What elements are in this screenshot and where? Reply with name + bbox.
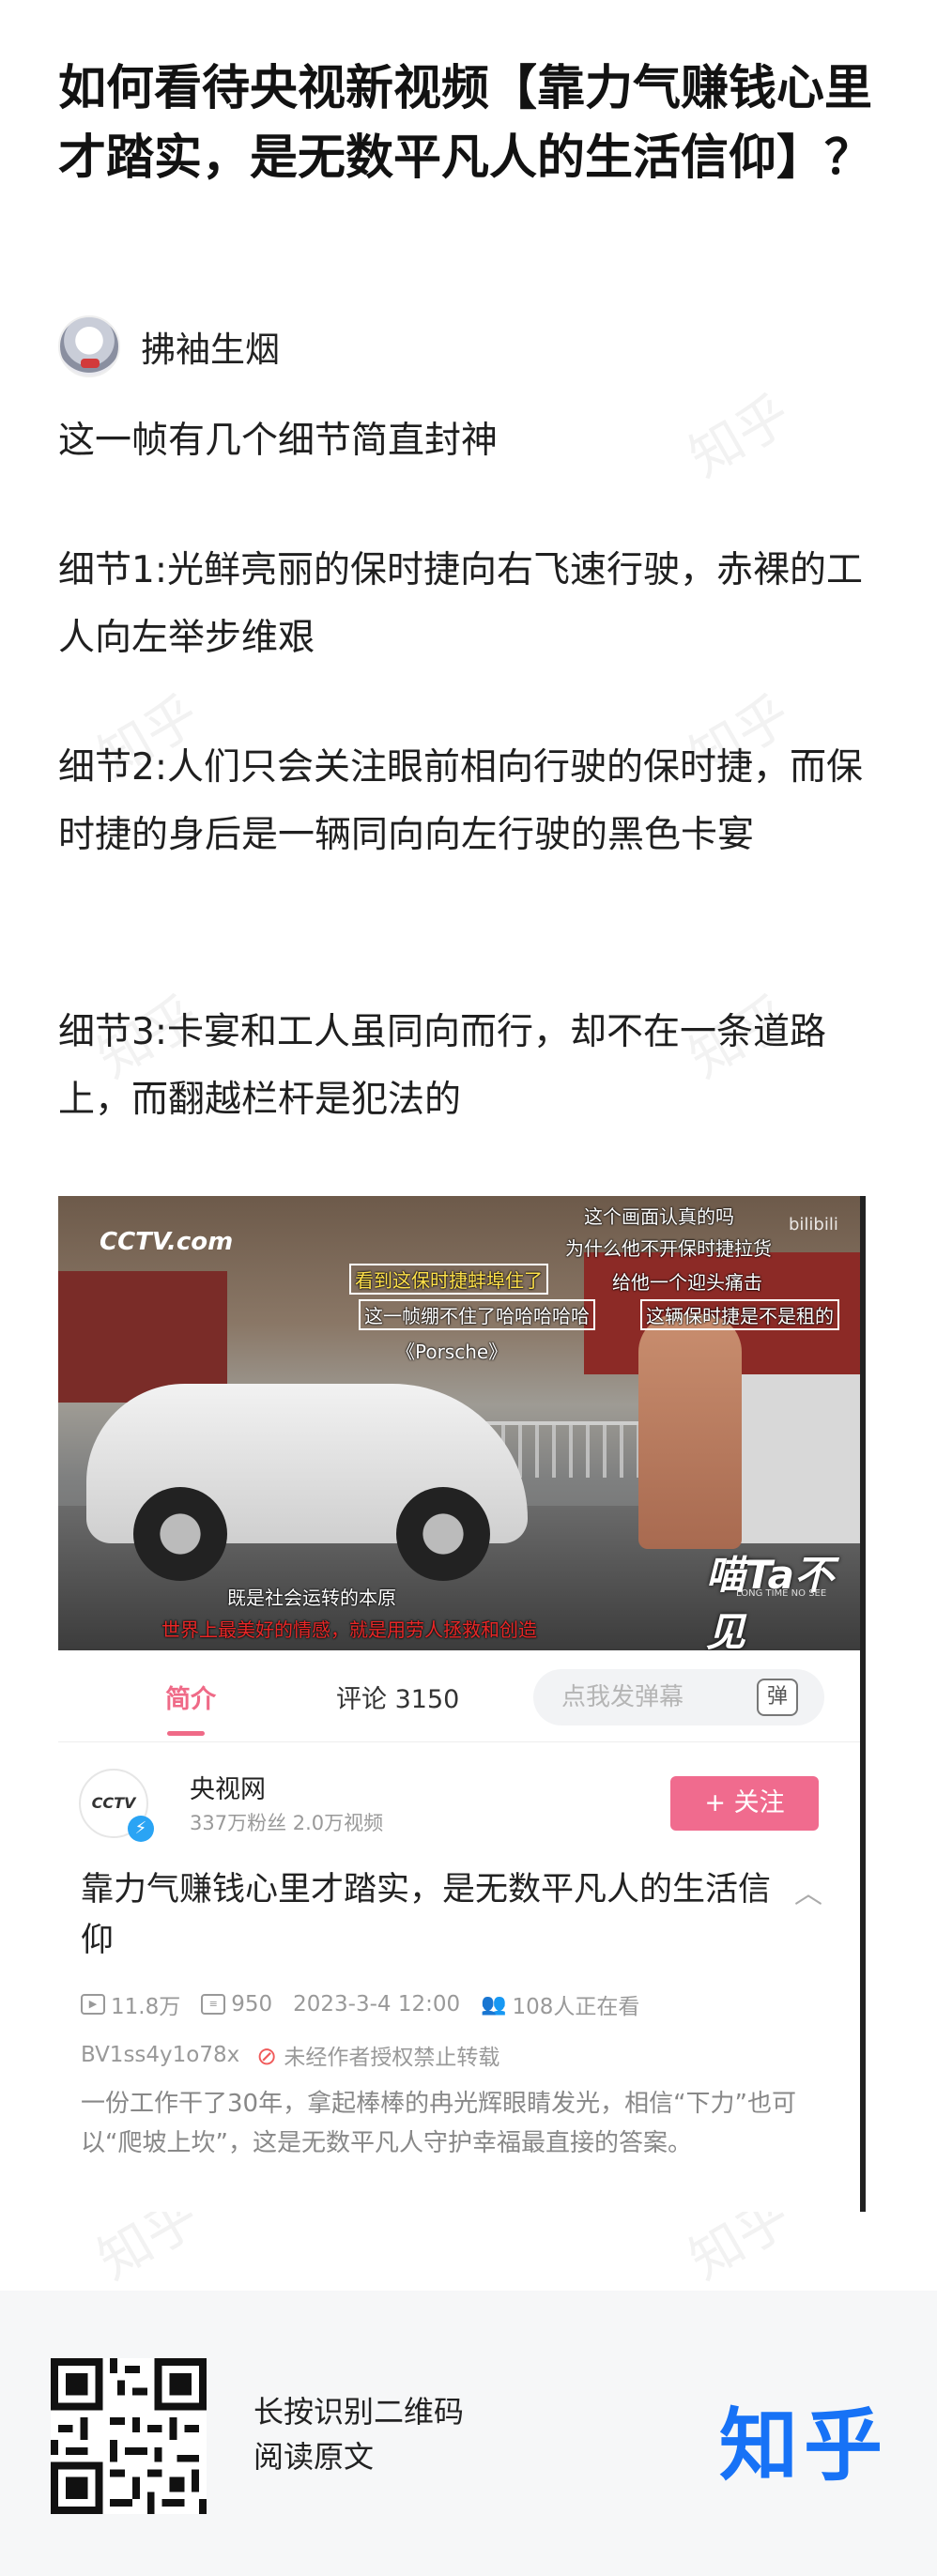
- danmaku-comment: 为什么他不开保时捷拉货: [565, 1237, 772, 1260]
- reprint-notice: 未经作者授权禁止转载: [284, 2046, 500, 2070]
- uploader-meta: 337万粉丝 2.0万视频: [190, 1812, 384, 1834]
- bvid-row: BV1ss4y1o78x ⊘ 未经作者授权禁止转载: [81, 2039, 499, 2071]
- car-wheel: [396, 1487, 490, 1581]
- publish-date: 2023-3-4 12:00: [293, 1992, 461, 2016]
- car-wheel: [133, 1487, 227, 1581]
- watching-count: 108人正在看: [512, 1995, 640, 2019]
- danmaku-comment: 给他一个迎头痛击: [612, 1271, 762, 1294]
- show-logo-sub: LONG TIME NO SEE: [736, 1588, 827, 1599]
- play-count: 11.8万: [111, 1995, 181, 2019]
- danmaku-icon: ≡: [201, 1994, 226, 2015]
- danmaku-count: 950: [231, 1992, 273, 2016]
- qr-code[interactable]: [51, 2358, 207, 2514]
- subtitle: 世界上最美好的情感，就是用劳人拯救和创造: [161, 1618, 537, 1641]
- question-title[interactable]: 如何看待央视新视频【靠力气赚钱心里才踏实，是无数平凡人的生活信仰】？: [58, 54, 884, 193]
- tab-indicator: [167, 1731, 205, 1736]
- danmaku-comment: 看到这保时捷蚌埠住了: [349, 1264, 548, 1295]
- subtitle: 既是社会运转的本原: [227, 1587, 396, 1609]
- danmaku-comment: 《Porsche》: [396, 1341, 508, 1363]
- uploader-name[interactable]: 央视网: [190, 1769, 266, 1805]
- answer-paragraph: 细节2:人们只会关注眼前相向行驶的保时捷，而保时捷的身后是一辆同向向左行驶的黑色…: [58, 746, 863, 856]
- danmaku-comment: 这辆保时捷是不是租的: [640, 1299, 839, 1330]
- zhihu-logo: 知乎: [719, 2400, 889, 2492]
- video-description: 一份工作干了30年，拿起棒棒的冉光辉眼睛发光，相信“下力”也可以“爬坡上坎”，这…: [81, 2090, 797, 2157]
- verified-icon: ⚡: [128, 1816, 154, 1842]
- viewers-icon: 👥: [481, 1992, 507, 2016]
- embedded-screenshot[interactable]: CCTV.com bilibili 这个画面认真的吗 为什么他不开保时捷拉货 看…: [58, 1196, 866, 2212]
- danmaku-toggle-button[interactable]: 弹: [757, 1679, 798, 1716]
- follow-button[interactable]: + 关注: [670, 1776, 819, 1831]
- read-original-link[interactable]: 阅读原文: [253, 2433, 374, 2476]
- author-avatar[interactable]: [58, 315, 120, 377]
- author-row[interactable]: 拂袖生烟: [58, 314, 280, 379]
- qr-hint: 长按识别二维码: [253, 2394, 465, 2430]
- answer-paragraph: 细节1:光鲜亮丽的保时捷向右飞速行驶，赤裸的工人向左举步维艰: [58, 549, 863, 659]
- video-info: CCTV ⚡ 央视网 337万粉丝 2.0万视频 + 关注 靠力气赚钱心里才踏实…: [58, 1742, 860, 2212]
- footer: 长按识别二维码 阅读原文 知乎: [0, 2291, 937, 2576]
- chevron-up-icon[interactable]: ︿: [794, 1870, 822, 1911]
- video-tabs: 简介 评论 3150 点我发弹幕 弹: [58, 1650, 860, 1742]
- author-name[interactable]: 拂袖生烟: [141, 321, 280, 372]
- video-stats: ▶ 11.8万 ≡ 950 2023-3-4 12:00 👥 108人正在看: [81, 1988, 639, 2020]
- tab-intro[interactable]: 简介: [165, 1679, 216, 1715]
- answer-paragraph: 细节3:卡宴和工人虽同向而行，却不在一条道路上，而翻越栏杆是犯法的: [58, 1011, 826, 1121]
- answer-paragraph: 这一帧有几个细节简直封神: [58, 420, 499, 462]
- tab-comments[interactable]: 评论 3150: [336, 1679, 459, 1715]
- video-frame: CCTV.com bilibili 这个画面认真的吗 为什么他不开保时捷拉货 看…: [58, 1196, 860, 1650]
- no-reprint-icon: ⊘: [256, 2043, 278, 2071]
- danmaku-comment: 这个画面认真的吗: [584, 1205, 734, 1228]
- danmaku-comment: 这一帧绷不住了哈哈哈哈哈: [359, 1299, 595, 1330]
- background-building: [58, 1271, 227, 1403]
- play-icon: ▶: [81, 1994, 105, 2015]
- bilibili-logo: bilibili: [789, 1215, 838, 1234]
- cctv-logo: CCTV.com: [100, 1228, 234, 1256]
- white-porsche: [86, 1384, 528, 1581]
- shirtless-worker: [638, 1314, 742, 1549]
- video-title: 靠力气赚钱心里才踏实，是无数平凡人的生活信仰: [81, 1871, 772, 1959]
- bvid: BV1ss4y1o78x: [81, 2043, 240, 2067]
